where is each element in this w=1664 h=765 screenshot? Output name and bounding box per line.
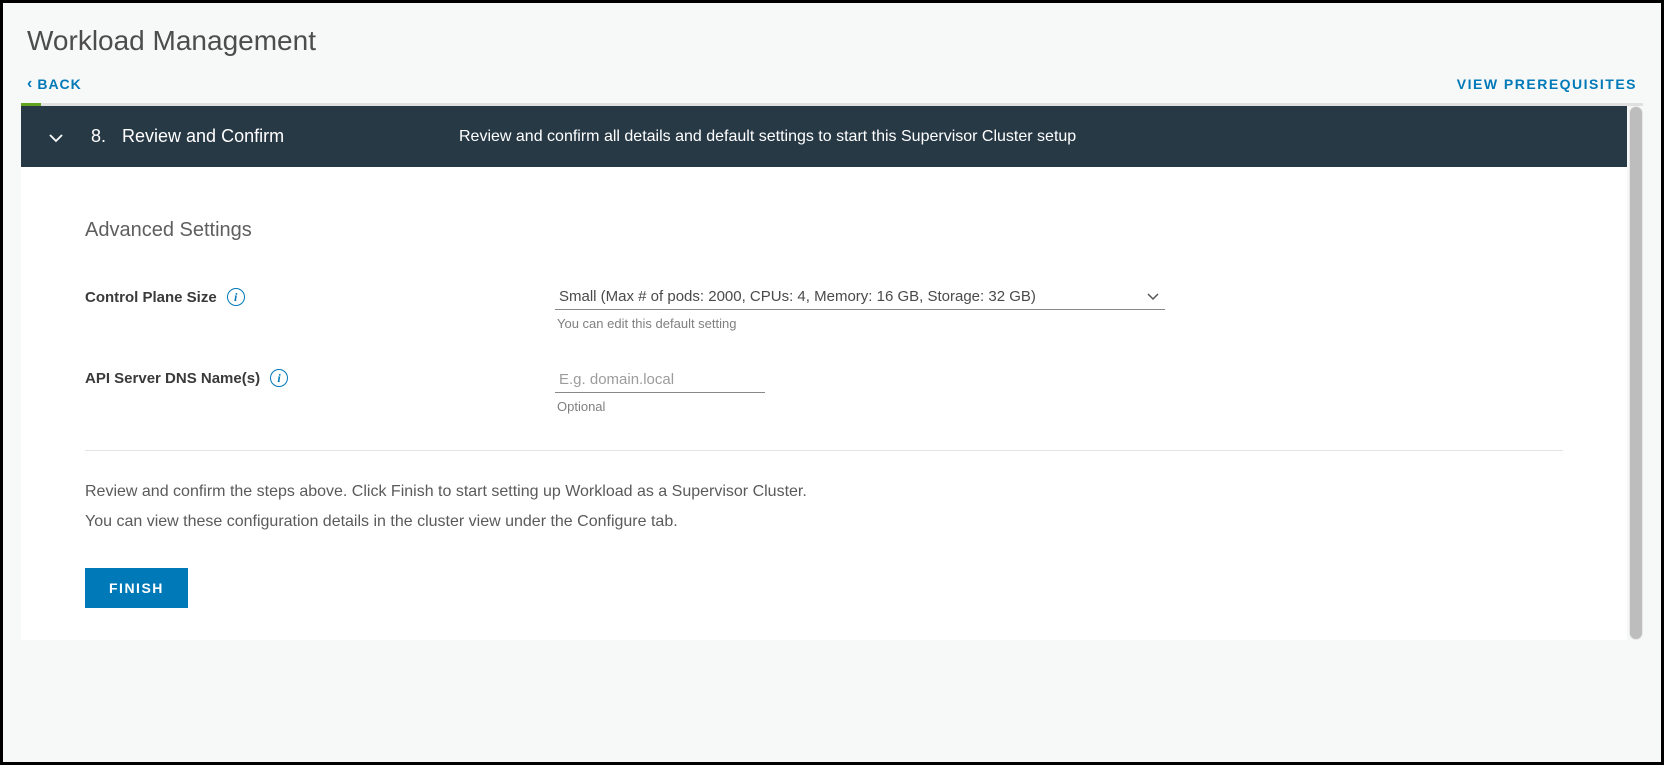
control-plane-size-label: Control Plane Size bbox=[85, 289, 217, 306]
view-prerequisites-link[interactable]: VIEW PREREQUISITES bbox=[1457, 76, 1637, 92]
scrollbar[interactable] bbox=[1629, 106, 1643, 640]
chevron-down-icon bbox=[1147, 289, 1159, 304]
finish-button[interactable]: FINISH bbox=[85, 568, 188, 608]
chevron-left-icon: ‹ bbox=[27, 75, 33, 93]
api-dns-helper: Optional bbox=[555, 399, 1165, 414]
step-panel: Advanced Settings Control Plane Size i S… bbox=[21, 167, 1627, 640]
control-plane-size-value: Small (Max # of pods: 2000, CPUs: 4, Mem… bbox=[559, 288, 1036, 305]
control-plane-size-helper: You can edit this default setting bbox=[555, 316, 1165, 331]
scrollbar-thumb[interactable] bbox=[1630, 107, 1642, 639]
chevron-down-icon bbox=[49, 130, 63, 146]
step-description: Review and confirm all details and defau… bbox=[459, 128, 1076, 146]
api-dns-row: API Server DNS Name(s) i Optional bbox=[85, 367, 1563, 414]
control-plane-size-select[interactable]: Small (Max # of pods: 2000, CPUs: 4, Mem… bbox=[555, 286, 1165, 310]
section-title: Advanced Settings bbox=[85, 219, 1563, 242]
step-header[interactable]: 8. Review and Confirm Review and confirm… bbox=[21, 106, 1627, 167]
info-icon[interactable]: i bbox=[227, 288, 245, 306]
divider bbox=[85, 450, 1563, 451]
review-text: Review and confirm the steps above. Clic… bbox=[85, 477, 1563, 538]
step-number: 8. bbox=[91, 126, 106, 147]
step-title: Review and Confirm bbox=[122, 126, 284, 147]
back-link[interactable]: ‹ BACK bbox=[27, 75, 82, 93]
page-title: Workload Management bbox=[3, 3, 1661, 75]
api-dns-input[interactable] bbox=[555, 367, 765, 393]
control-plane-size-row: Control Plane Size i Small (Max # of pod… bbox=[85, 286, 1563, 331]
review-line-1: Review and confirm the steps above. Clic… bbox=[85, 477, 1563, 507]
progress-fill bbox=[21, 103, 41, 106]
back-label: BACK bbox=[37, 76, 81, 92]
api-dns-label: API Server DNS Name(s) bbox=[85, 370, 260, 387]
progress-bar bbox=[21, 103, 1643, 106]
info-icon[interactable]: i bbox=[270, 369, 288, 387]
review-line-2: You can view these configuration details… bbox=[85, 507, 1563, 537]
